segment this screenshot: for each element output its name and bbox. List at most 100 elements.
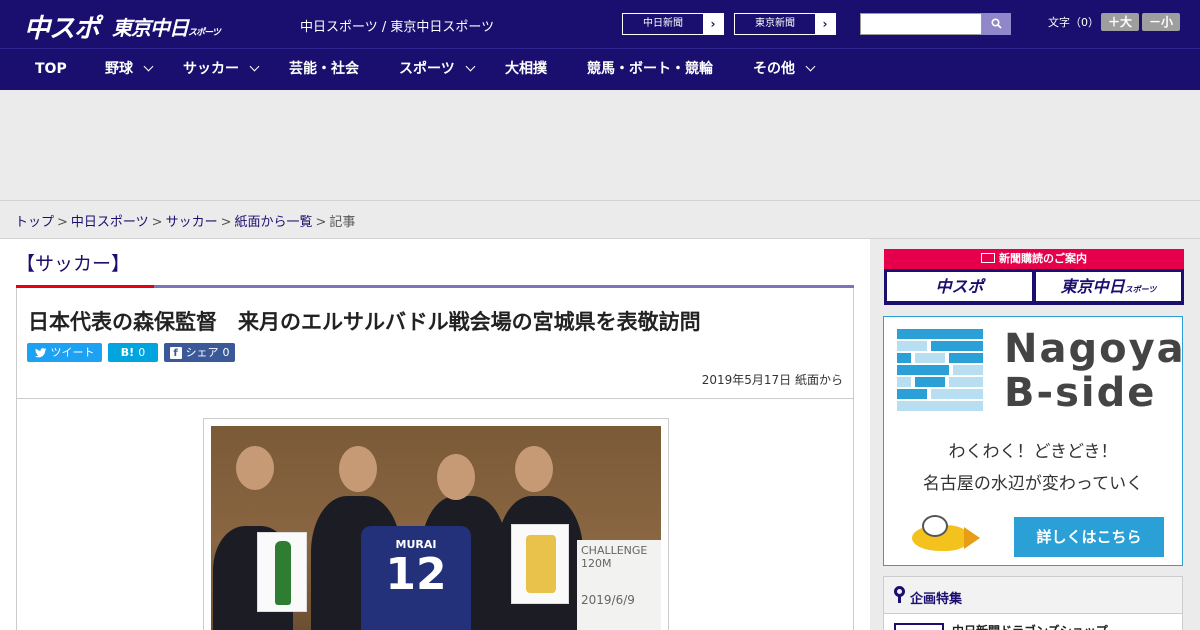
breadcrumb: トップ > 中日スポーツ > サッカー > 紙面から一覧 > 記事 [15,211,355,230]
nav-item-racing[interactable]: 競馬・ボート・競輪 [587,49,713,90]
chunichi-shimbun-link[interactable]: 中日新聞 › [622,13,724,35]
subscribe-tokyo-sub: スポーツ [1124,285,1157,294]
breadcrumb-current: 記事 [329,215,356,230]
tokyo-shimbun-label: 東京新聞 [755,18,795,29]
article-category[interactable]: 【サッカー】 [16,249,130,276]
subscription-box: 新聞購読のご案内 中スポ 東京中日スポーツ [884,249,1184,305]
chuspo-logo[interactable]: 中スポ [24,8,100,45]
jersey-number: 12 [385,549,447,600]
nav-item-label: 野球 [105,61,133,77]
nav-item-label: 競馬・ボート・競輪 [587,61,713,77]
nav-item-top[interactable]: TOP [35,49,67,90]
nav-item-label: 芸能・社会 [289,61,359,77]
chevron-down-icon [465,61,476,72]
article-column: 【サッカー】 日本代表の森保監督 来月のエルサルバドル戦会場の宮城県を表敬訪問 … [0,239,870,630]
breadcrumb-separator: > [151,215,163,230]
hatena-count: 0 [138,346,146,359]
nav-item-label: その他 [753,61,795,77]
bside-title-line-2: B-side [1004,370,1157,416]
tweet-label: ツイート [50,346,95,359]
nav-item-baseball[interactable]: 野球 [105,49,154,90]
article-photo-frame: MURAI 12 CHALLENGE 120M 2019/6/9 [203,418,669,630]
nav-item-label: 大相撲 [505,61,547,77]
challenge-card-text: CHALLENGE 120M [581,544,648,570]
photo-jersey: MURAI 12 [361,526,471,630]
chunichi-shimbun-label: 中日新聞 [643,18,683,29]
breadcrumb-bar: トップ > 中日スポーツ > サッカー > 紙面から一覧 > 記事 [0,200,1200,239]
ad-banner-area [0,90,1200,200]
subscribe-tokyo-chunichi-button[interactable]: 東京中日スポーツ [1036,272,1181,301]
article-photo[interactable]: MURAI 12 CHALLENGE 120M 2019/6/9 [211,426,661,630]
photo-person-head [515,446,553,492]
tweet-button[interactable]: ツイート [27,343,102,362]
bside-title: Nagoya B-side [1004,327,1186,415]
chevron-down-icon [805,61,816,72]
subscription-title: 新聞購読のご案内 [884,249,1184,269]
photo-beer-can-card [511,524,569,604]
tokyo-shimbun-link[interactable]: 東京新聞 › [734,13,836,35]
hatena-label: B! [120,346,135,359]
newspaper-icon [981,253,995,263]
search-input[interactable] [860,13,982,35]
breadcrumb-separator: > [220,215,232,230]
bside-details-button[interactable]: 詳しくはこちら [1014,517,1164,557]
article-body: MURAI 12 CHALLENGE 120M 2019/6/9 [16,399,854,630]
bside-tagline-2: 名古屋の水辺が変わっていく [922,474,1144,494]
bside-title-line-1: Nagoya [1004,326,1186,372]
article-headline: 日本代表の森保監督 来月のエルサルバドル戦会場の宮城県を表敬訪問 [28,310,701,334]
font-smaller-button[interactable]: －小 [1142,13,1180,31]
hatena-bookmark-button[interactable]: B! 0 [108,343,158,362]
breadcrumb-top-link[interactable]: トップ [15,215,54,230]
fish-mascot-icon [912,515,980,555]
beer-can-icon [526,535,556,593]
brick-wall-icon [897,329,983,413]
facebook-share-label: シェア [185,346,219,359]
nav-item-label: サッカー [183,61,239,77]
chevron-down-icon [249,61,260,72]
chevron-down-icon [143,61,154,72]
nagoya-bside-banner[interactable]: Nagoya B-side わくわく！どきどき！ 名古屋の水辺が変わっていく 詳… [883,316,1186,566]
nav-item-sumo[interactable]: 大相撲 [505,49,547,90]
bside-tagline-1: わくわく！どきどき！ [948,442,1118,462]
sidebar: 新聞購読のご案内 中スポ 東京中日スポーツ Nagoya B-side わくわく… [870,239,1200,630]
font-larger-button[interactable]: ＋大 [1101,13,1139,31]
subscription-title-text: 新聞購読のご案内 [999,252,1087,265]
breadcrumb-soccer-link[interactable]: サッカー [166,215,218,230]
nav-item-soccer[interactable]: サッカー [183,49,260,90]
photo-challenge-card: CHALLENGE 120M 2019/6/9 [577,540,661,630]
breadcrumb-from-paper-link[interactable]: 紙面から一覧 [235,215,313,230]
tokyo-logo-sub: スポーツ [188,28,221,38]
article-dateline: 2019年5月17日 紙面から [702,371,843,388]
font-size-label: 文字（0） [1048,16,1099,29]
subscribe-chuspo-button[interactable]: 中スポ [887,272,1032,301]
features-header: 企画特集 [884,577,1182,614]
nav-item-sports[interactable]: スポーツ [399,49,476,90]
site-title[interactable]: 中日スポーツ / 東京中日スポーツ [300,16,494,35]
facebook-icon: f [169,346,182,359]
search-button[interactable] [982,13,1011,35]
tokyo-chunichi-logo[interactable]: 東京中日スポーツ [112,12,221,41]
nav-item-label: スポーツ [399,61,455,77]
pin-icon [894,586,905,603]
article-source: 紙面から [794,373,843,387]
feature-thumbnail[interactable] [894,623,944,630]
article-date: 2019年5月17日 [701,373,792,387]
article-header: 日本代表の森保監督 来月のエルサルバドル戦会場の宮城県を表敬訪問 ツイート B!… [16,288,854,399]
features-title: 企画特集 [910,592,963,607]
breadcrumb-separator: > [57,215,68,230]
subscribe-tokyo-main: 東京中日 [1060,277,1125,296]
nav-item-entertainment[interactable]: 芸能・社会 [289,49,359,90]
tea-bottle-icon [275,541,291,605]
facebook-share-button[interactable]: f シェア 0 [164,343,235,362]
chevron-right-icon: › [815,14,835,34]
chevron-right-icon: › [703,14,723,34]
twitter-bird-icon [34,347,46,357]
main-nav: TOP 野球 サッカー 芸能・社会 スポーツ 大相撲 競馬・ボート・競輪 その他 [0,48,1200,90]
breadcrumb-chunichi-sports-link[interactable]: 中日スポーツ [71,215,149,230]
tokyo-logo-main: 東京中日 [112,16,189,40]
nav-item-other[interactable]: その他 [753,49,816,90]
nav-item-label: TOP [35,61,67,77]
feature-item-dragons-shop[interactable]: 中日新聞ドラゴンズショップ [952,622,1108,630]
photo-person-head [339,446,377,492]
photo-tea-bottle-card [257,532,307,612]
